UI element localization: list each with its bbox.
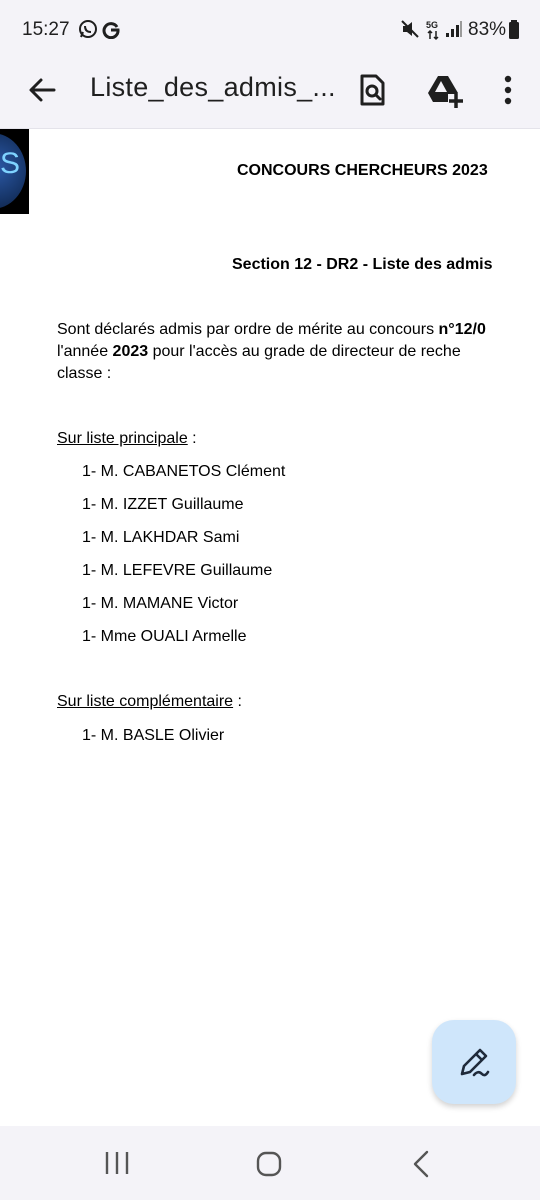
battery-icon [509,20,519,39]
list-item: 1- M. CABANETOS Clément [82,463,286,480]
list-item: 1- M. LEFEVRE Guillaume [82,562,273,579]
document-page[interactable]: S CONCOURS CHERCHEURS 2023 Section 12 - … [0,129,540,1124]
doc-heading: CONCOURS CHERCHEURS 2023 [237,162,488,179]
complementary-list-heading: Sur liste complémentaire : [57,693,242,710]
intro-paragraph: Sont déclarés admis par ordre de mérite … [57,319,540,385]
search-document-icon[interactable] [352,70,392,110]
more-vert-icon[interactable] [488,70,528,110]
5g-icon: 5G [426,20,439,41]
list-item: 1- Mme OUALI Armelle [82,628,247,645]
recent-apps-icon[interactable] [104,1150,130,1176]
status-bar: 15:27 5G 83% [0,0,540,60]
status-time: 15:27 [22,19,70,40]
annotate-fab-button[interactable] [432,1020,516,1104]
list-item: 1- M. LAKHDAR Sami [82,529,240,546]
app-bar: Liste_des_admis_... [0,60,540,129]
mute-icon [401,20,419,38]
intro-line-2: l'année 2023 pour l'accès au grade de di… [57,343,461,360]
add-to-drive-icon[interactable] [424,70,464,110]
back-arrow-icon[interactable] [26,74,58,106]
list-item: 1- M. BASLE Olivier [82,727,225,744]
list-item: 1- M. MAMANE Victor [82,595,239,612]
google-icon [102,22,120,39]
network-label: 5G [426,20,438,30]
signal-icon [446,21,462,37]
back-nav-icon[interactable] [409,1150,433,1178]
battery-percent: 83% [468,19,507,40]
intro-line-1: Sont déclarés admis par ordre de mérite … [57,321,486,338]
system-nav-bar [0,1126,540,1200]
list-item: 1- M. IZZET Guillaume [82,496,244,513]
intro-line-3: classe : [57,365,112,382]
document-title: Liste_des_admis_... [90,72,336,102]
doc-subheading: Section 12 - DR2 - Liste des admis [232,256,493,273]
principal-list-heading: Sur liste principale : [57,430,197,447]
home-icon[interactable] [255,1150,283,1178]
annotate-pen-icon [460,1048,490,1077]
whatsapp-icon [79,20,97,38]
institution-logo: S [0,129,29,214]
